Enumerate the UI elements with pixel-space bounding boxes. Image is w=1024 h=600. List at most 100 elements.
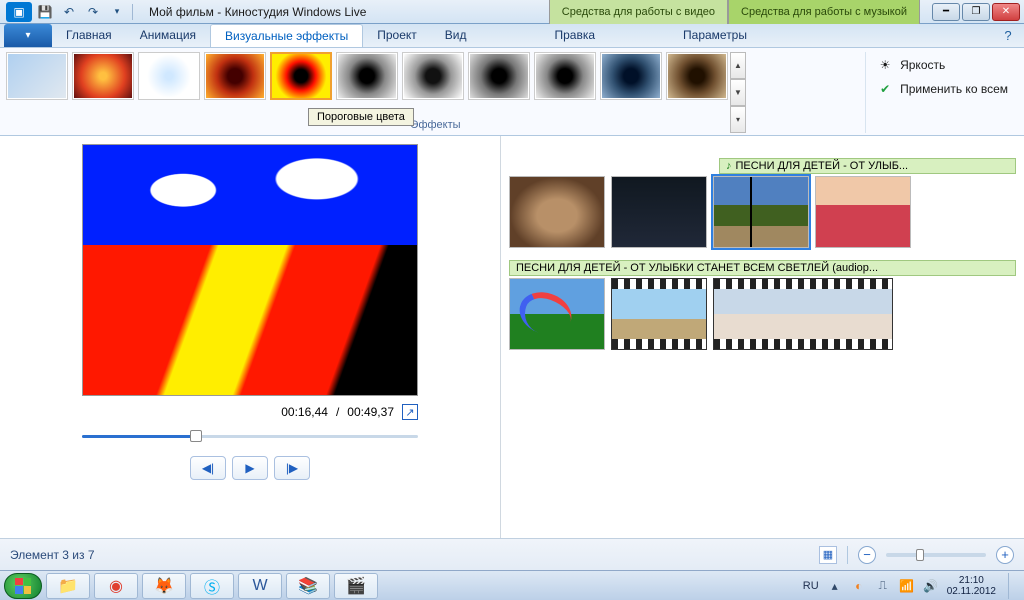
app-icon[interactable]: ▣: [6, 2, 32, 22]
effect-bw3[interactable]: [468, 52, 530, 100]
effects-group-label: Эффекты: [411, 119, 461, 131]
check-icon: ✔: [876, 80, 894, 98]
music-track-2[interactable]: ПЕСНИ ДЛЯ ДЕТЕЙ - ОТ УЛЫБКИ СТАНЕТ ВСЕМ …: [509, 260, 1016, 276]
next-frame-button[interactable]: |▶: [274, 456, 310, 480]
clip-6[interactable]: [611, 278, 707, 350]
save-button[interactable]: 💾: [34, 2, 56, 22]
taskbar: 📁 ◉ 🦊 Ⓢ W 📚 🎬 RU ▴ ◐ ⎍ 📶 🔊 21:10 02.11.2…: [0, 570, 1024, 600]
system-tray: RU ▴ ◐ ⎍ 📶 🔊 21:10 02.11.2012: [803, 573, 1020, 599]
status-right: ▦ − +: [819, 546, 1014, 564]
tray-wifi-icon[interactable]: 📶: [899, 578, 915, 594]
effect-sepia[interactable]: [666, 52, 728, 100]
ribbon-commands: ☀ Яркость ✔ Применить ко всем: [865, 52, 1018, 133]
preview-image: [83, 145, 417, 258]
effect-bw1[interactable]: [336, 52, 398, 100]
playhead[interactable]: [750, 176, 752, 248]
ctx-tab-music[interactable]: Средства для работы с музыкой: [728, 0, 920, 24]
seek-thumb[interactable]: [190, 430, 202, 442]
preview-monitor[interactable]: [82, 144, 418, 396]
task-chrome[interactable]: ◉: [94, 573, 138, 599]
tab-home[interactable]: Главная: [52, 24, 126, 47]
help-icon[interactable]: ?: [1000, 28, 1016, 44]
clip-2[interactable]: [611, 176, 707, 248]
tray-network-icon[interactable]: ⎍: [875, 578, 891, 594]
file-menu-button[interactable]: ▾: [4, 24, 52, 47]
effects-group: ▲ ▼ ▾ Эффекты Пороговые цвета: [6, 52, 865, 133]
start-button[interactable]: [4, 573, 42, 599]
ribbon-tabs: ▾ Главная Анимация Визуальные эффекты Пр…: [0, 24, 1024, 48]
task-firefox[interactable]: 🦊: [142, 573, 186, 599]
clock-time: 21:10: [947, 575, 996, 586]
task-skype[interactable]: Ⓢ: [190, 573, 234, 599]
effect-edge[interactable]: [138, 52, 200, 100]
gallery-scroll-down[interactable]: ▼: [730, 79, 746, 106]
task-winrar[interactable]: 📚: [286, 573, 330, 599]
apply-all-button[interactable]: ✔ Применить ко всем: [876, 80, 1008, 98]
quick-access-toolbar: ▣ 💾 ↶ ↷ ▾: [0, 2, 141, 22]
main-area: 00:16,44/00:49,37 ↗ ◀| ▶ |▶ ПЕСНИ ДЛЯ ДЕ…: [0, 136, 1024, 538]
tab-animation[interactable]: Анимация: [126, 24, 210, 47]
zoom-slider[interactable]: [886, 553, 986, 557]
clip-1[interactable]: [509, 176, 605, 248]
task-word[interactable]: W: [238, 573, 282, 599]
gallery-scroll-up[interactable]: ▲: [730, 52, 746, 79]
view-mode-button[interactable]: ▦: [819, 546, 837, 564]
clip-4[interactable]: [815, 176, 911, 248]
statusbar: Элемент 3 из 7 ▦ − +: [0, 538, 1024, 570]
show-desktop-button[interactable]: [1008, 573, 1018, 599]
tab-edit[interactable]: Правка: [540, 24, 609, 47]
clock[interactable]: 21:10 02.11.2012: [947, 575, 996, 597]
prev-frame-button[interactable]: ◀|: [190, 456, 226, 480]
tab-params[interactable]: Параметры: [669, 24, 761, 47]
tab-project[interactable]: Проект: [363, 24, 431, 47]
clip-3[interactable]: [713, 176, 809, 248]
seek-slider[interactable]: [82, 430, 418, 442]
task-moviemaker[interactable]: 🎬: [334, 573, 378, 599]
status-text: Элемент 3 из 7: [10, 548, 95, 562]
effect-blue[interactable]: [600, 52, 662, 100]
effect-bw2[interactable]: [402, 52, 464, 100]
separator: [132, 4, 133, 20]
fullscreen-icon[interactable]: ↗: [402, 404, 418, 420]
music-track-1[interactable]: ПЕСНИ ДЛЯ ДЕТЕЙ - ОТ УЛЫБ...: [719, 158, 1016, 174]
effect-tooltip: Пороговые цвета: [308, 108, 414, 126]
effect-saturate[interactable]: [204, 52, 266, 100]
zoom-out-button[interactable]: −: [858, 546, 876, 564]
effect-warm[interactable]: [72, 52, 134, 100]
redo-button[interactable]: ↷: [82, 2, 104, 22]
tray-volume-icon[interactable]: 🔊: [923, 578, 939, 594]
clock-date: 02.11.2012: [947, 586, 996, 597]
playback-controls: ◀| ▶ |▶: [190, 456, 310, 480]
task-explorer[interactable]: 📁: [46, 573, 90, 599]
maximize-button[interactable]: ❐: [962, 3, 990, 21]
play-button[interactable]: ▶: [232, 456, 268, 480]
window-controls: ━ ❐ ✕: [928, 3, 1024, 21]
clip-row-2: [509, 278, 1016, 350]
zoom-in-button[interactable]: +: [996, 546, 1014, 564]
separator: [847, 546, 848, 564]
minimize-button[interactable]: ━: [932, 3, 960, 21]
gallery-expand[interactable]: ▾: [730, 106, 746, 133]
tray-chevron-up-icon[interactable]: ▴: [827, 578, 843, 594]
brightness-button[interactable]: ☀ Яркость: [876, 56, 1008, 74]
effect-bw4[interactable]: [534, 52, 596, 100]
storyboard: ПЕСНИ ДЛЯ ДЕТЕЙ - ОТ УЛЫБ... ПЕСНИ ДЛЯ Д…: [500, 136, 1024, 538]
lang-indicator[interactable]: RU: [803, 580, 819, 592]
app-title: Мой фильм - Киностудия Windows Live: [149, 5, 366, 19]
zoom-thumb[interactable]: [916, 549, 924, 561]
effect-none[interactable]: [6, 52, 68, 100]
qat-customize[interactable]: ▾: [106, 2, 128, 22]
tray-app-icon[interactable]: ◐: [851, 578, 867, 594]
ribbon: ▲ ▼ ▾ Эффекты Пороговые цвета ☀ Яркость …: [0, 48, 1024, 136]
close-button[interactable]: ✕: [992, 3, 1020, 21]
tab-visual-effects[interactable]: Визуальные эффекты: [210, 24, 363, 47]
ctx-tab-video[interactable]: Средства для работы с видео: [549, 0, 728, 24]
tab-view[interactable]: Вид: [431, 24, 481, 47]
clip-7[interactable]: [713, 278, 893, 350]
gallery-scroll: ▲ ▼ ▾: [730, 52, 746, 133]
undo-button[interactable]: ↶: [58, 2, 80, 22]
windows-logo-icon: [15, 578, 31, 594]
titlebar: ▣ 💾 ↶ ↷ ▾ Мой фильм - Киностудия Windows…: [0, 0, 1024, 24]
clip-5[interactable]: [509, 278, 605, 350]
effect-posterize[interactable]: [270, 52, 332, 100]
